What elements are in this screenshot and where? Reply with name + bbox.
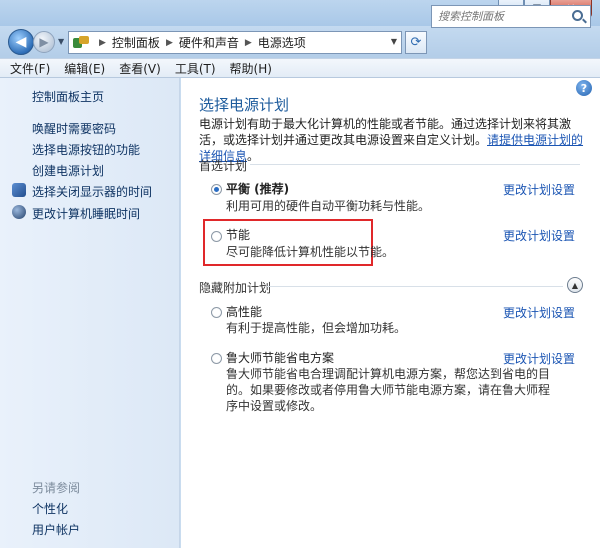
address-dropdown-icon[interactable]: ▼ — [391, 37, 397, 46]
search-input[interactable] — [431, 5, 591, 28]
hidden-plans-heading: 隐藏附加计划 — [199, 281, 272, 295]
page-description: 电源计划有助于最大化计算机的性能或者节能。通过选择计划来将其激活，或选择计划并通… — [199, 116, 584, 164]
control-panel-icon — [73, 35, 89, 50]
menu-bar: 文件(F) 编辑(E) 查看(V) 工具(T) 帮助(H) — [0, 58, 600, 78]
sidebar-item-display-off[interactable]: 选择关闭显示器的时间 — [32, 183, 152, 200]
see-also-heading: 另请参阅 — [32, 481, 81, 495]
radio-ludashi[interactable] — [211, 353, 222, 364]
monitor-icon — [12, 183, 26, 197]
radio-balanced[interactable] — [211, 184, 222, 195]
divider — [267, 286, 563, 287]
divider — [250, 164, 580, 165]
sidebar-control-panel-home[interactable]: 控制面板主页 — [32, 88, 104, 105]
change-settings-power-saver-link[interactable]: 更改计划设置 — [503, 227, 575, 244]
breadcrumb-hardware-sound[interactable]: 硬件和声音 — [179, 34, 239, 51]
sidebar-item-create-plan[interactable]: 创建电源计划 — [32, 162, 104, 179]
change-settings-ludashi-link[interactable]: 更改计划设置 — [503, 350, 575, 367]
sidebar-item-user-accounts[interactable]: 用户帐户 — [32, 521, 80, 538]
plan-name-balanced[interactable]: 平衡 (推荐) — [226, 180, 289, 197]
sidebar-item-wake-password[interactable]: 唤醒时需要密码 — [32, 120, 116, 137]
plan-name-power-saver[interactable]: 节能 — [226, 226, 250, 243]
sidebar-item-power-button[interactable]: 选择电源按钮的功能 — [32, 141, 140, 158]
search-icon[interactable] — [572, 10, 583, 21]
radio-power-saver[interactable] — [211, 231, 222, 242]
menu-view[interactable]: 查看(V) — [119, 60, 161, 77]
radio-high-performance[interactable] — [211, 307, 222, 318]
menu-tools[interactable]: 工具(T) — [175, 60, 216, 77]
collapse-icon[interactable]: ▲ — [567, 277, 583, 293]
recent-pages-dropdown[interactable]: ▼ — [58, 37, 64, 46]
breadcrumb-separator[interactable]: ▶ — [99, 38, 106, 48]
address-bar[interactable]: ▶ 控制面板 ▶ 硬件和声音 ▶ 电源选项 ▼ — [68, 31, 402, 54]
menu-file[interactable]: 文件(F) — [10, 60, 50, 77]
menu-edit[interactable]: 编辑(E) — [64, 60, 105, 77]
plan-name-ludashi[interactable]: 鲁大师节能省电方案 — [226, 349, 334, 366]
plan-desc-ludashi: 鲁大师节能省电合理调配计算机电源方案，帮您达到省电的目的。如果要修改或者停用鲁大… — [226, 367, 551, 413]
page-title: 选择电源计划 — [199, 96, 290, 114]
sidebar-item-sleep-time[interactable]: 更改计算机睡眠时间 — [32, 205, 140, 222]
plan-desc-high-performance: 有利于提高性能，但会增加功耗。 — [226, 321, 407, 335]
refresh-button[interactable]: ⟳ — [405, 31, 427, 54]
back-button[interactable]: ◀ — [8, 29, 34, 55]
breadcrumb-control-panel[interactable]: 控制面板 — [112, 34, 160, 51]
plan-name-high-performance[interactable]: 高性能 — [226, 303, 262, 320]
plan-desc-balanced: 利用可用的硬件自动平衡功耗与性能。 — [226, 199, 431, 213]
breadcrumb-separator[interactable]: ▶ — [245, 38, 252, 48]
breadcrumb-separator[interactable]: ▶ — [166, 38, 173, 48]
navigation-bar: ◀ ▶ ▼ ▶ 控制面板 ▶ 硬件和声音 ▶ 电源选项 ▼ ⟳ — [0, 26, 600, 58]
preferred-plans-heading: 首选计划 — [199, 159, 248, 173]
change-settings-balanced-link[interactable]: 更改计划设置 — [503, 181, 575, 198]
sidebar-item-personalization[interactable]: 个性化 — [32, 500, 68, 517]
help-icon[interactable]: ? — [576, 80, 592, 96]
plan-desc-power-saver: 尽可能降低计算机性能以节能。 — [226, 245, 395, 259]
breadcrumb-power-options[interactable]: 电源选项 — [258, 34, 306, 51]
description-end: 。 — [247, 149, 260, 163]
change-settings-high-performance-link[interactable]: 更改计划设置 — [503, 304, 575, 321]
moon-icon — [12, 205, 26, 219]
menu-help[interactable]: 帮助(H) — [230, 60, 272, 77]
forward-button[interactable]: ▶ — [33, 31, 55, 53]
